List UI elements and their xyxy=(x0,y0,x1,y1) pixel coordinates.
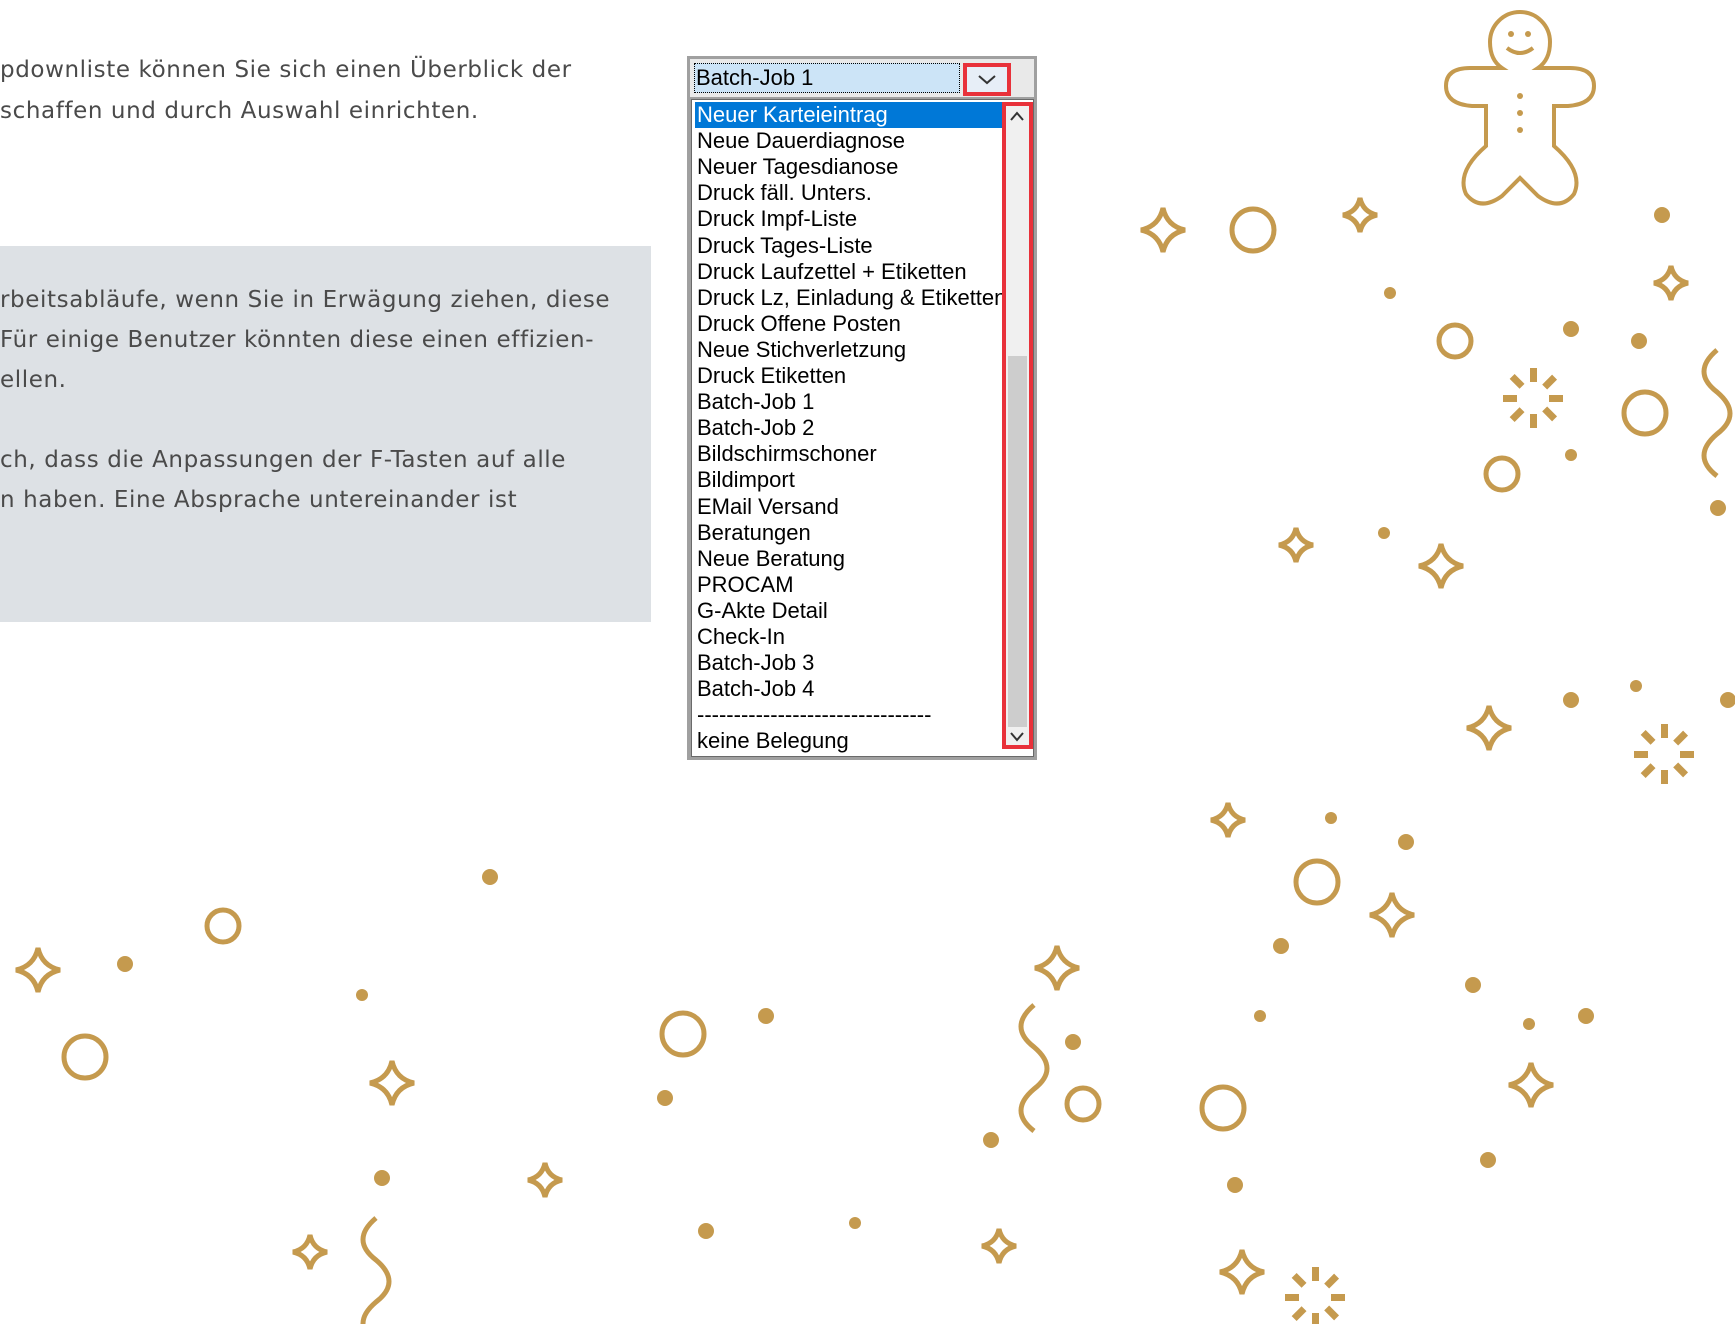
star-icon xyxy=(528,1163,562,1197)
gingerbread-icon xyxy=(1443,9,1597,206)
star-icon xyxy=(1509,1063,1553,1107)
star-icon xyxy=(1211,803,1245,837)
star-icon xyxy=(1654,266,1688,300)
star-icon xyxy=(982,1229,1016,1263)
star-icon xyxy=(1279,528,1313,562)
star-icon xyxy=(370,1061,414,1105)
star-icon xyxy=(1467,706,1511,750)
star-icon xyxy=(293,1235,327,1269)
star-icon xyxy=(1220,1250,1264,1294)
star-icon xyxy=(1141,208,1185,252)
star-icon xyxy=(1035,946,1079,990)
star-icon xyxy=(1343,198,1377,232)
decorative-confetti xyxy=(0,9,1735,1324)
star-icon xyxy=(1419,544,1463,588)
star-icon xyxy=(16,948,60,992)
star-icon xyxy=(1370,893,1414,937)
